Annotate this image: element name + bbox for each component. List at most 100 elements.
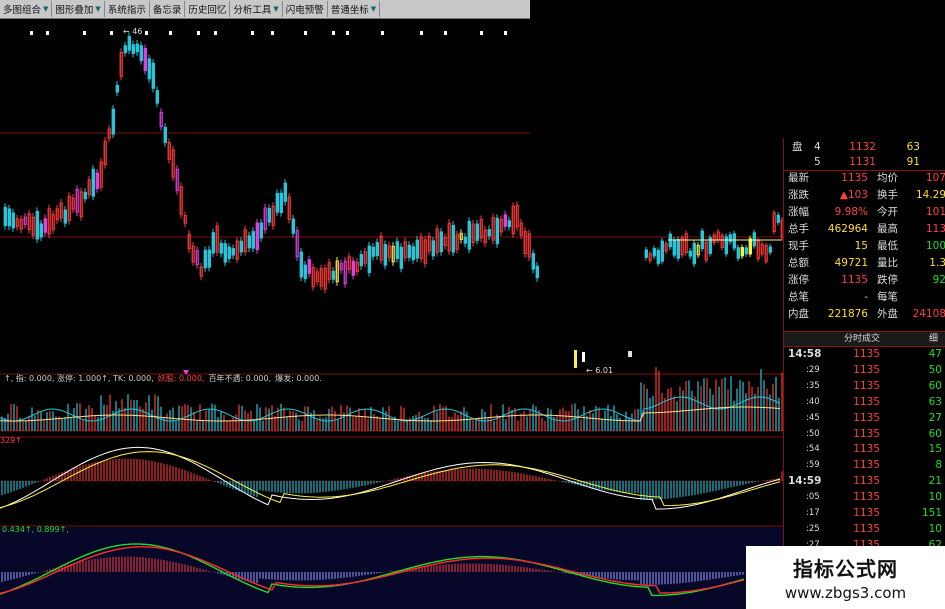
tick-volume: 60 — [928, 379, 942, 392]
candle-body — [227, 246, 231, 260]
tick-time: :29 — [806, 364, 820, 375]
stat-row: 涨跌 ▲103 换手 14.29 — [784, 188, 945, 203]
candle-body — [139, 45, 143, 62]
tick-volume: 8 — [935, 459, 942, 472]
stat-value: 14.29 — [915, 189, 945, 201]
tick-volume: 27 — [928, 411, 942, 424]
candle-body — [95, 172, 99, 190]
tick-row: :45 1135 27 — [784, 411, 945, 426]
stat-row: 最新 1135 均价 107 — [784, 171, 945, 186]
candle-body — [367, 245, 371, 274]
tick-row: 14:59 1135 21 — [784, 474, 945, 489]
tick-volume: 50 — [928, 363, 942, 376]
candle-body — [11, 212, 15, 229]
tick-volume: 63 — [928, 395, 942, 408]
candle-body — [91, 168, 95, 197]
candle-body — [35, 210, 39, 240]
stat-value: - — [864, 291, 868, 303]
signal-mark — [110, 31, 113, 35]
stat-value: 101 — [925, 206, 945, 218]
candle-body — [656, 249, 660, 264]
tick-row: 14:58 1135 47 — [784, 347, 945, 362]
signal-mark — [332, 31, 335, 35]
stat-value: 92 — [932, 274, 945, 286]
stat-label: 跌停 — [877, 274, 898, 286]
candle-body — [3, 206, 7, 226]
candle-body — [275, 192, 279, 213]
tick-volume: 10 — [928, 491, 942, 504]
candle-body — [467, 220, 471, 250]
tick-time: 14:59 — [788, 475, 822, 488]
stat-label: 最高 — [877, 223, 898, 235]
candle-body — [259, 222, 263, 239]
stat-value: 113 — [925, 223, 945, 235]
candle-body — [147, 58, 151, 80]
tick-time: :59 — [806, 460, 820, 471]
tick-row: :17 1135 151 — [784, 506, 945, 521]
indicator1-part: 爆发: 0.000. — [275, 374, 322, 383]
signal-mark — [145, 31, 148, 35]
stat-row: 内盘 221876 外盘 24108 — [784, 307, 945, 322]
candle-body — [463, 236, 467, 244]
candle-body — [776, 214, 780, 223]
quote-panel: 盘 4 1132 63 5 1131 91 最新 1135 均价 107 涨跌 ▲103 换手 14.29 涨… — [783, 138, 945, 609]
stat-row: 总手 462964 最高 113 — [784, 222, 945, 237]
tick-price: 1135 — [853, 491, 880, 504]
tick-price: 1135 — [853, 411, 880, 424]
candle-body — [239, 240, 243, 253]
stat-row: 现手 15 最低 100 — [784, 239, 945, 254]
candle-body — [247, 235, 251, 249]
stat-value: 462964 — [827, 223, 868, 235]
candle-body — [740, 247, 744, 257]
indicator2-label: 329↑ — [0, 436, 22, 445]
tick-price: 1135 — [853, 379, 880, 392]
signal-mark — [30, 31, 33, 35]
stat-label: 外盘 — [877, 308, 898, 320]
candle-body — [732, 233, 736, 249]
signal-mark — [214, 31, 217, 35]
watermark-url: www.zbgs3.com — [784, 584, 907, 602]
candle-body — [127, 36, 131, 51]
watermark-title: 指标公式网 — [793, 557, 898, 581]
high-price-label: ← 46 — [123, 27, 142, 36]
tick-time: :54 — [806, 444, 820, 455]
candle-body — [291, 218, 295, 234]
candle-body — [672, 239, 676, 256]
candle-body — [251, 231, 255, 249]
stat-label: 量比 — [877, 257, 898, 269]
candle-body — [503, 214, 507, 227]
candle-body — [748, 238, 752, 255]
signal-mark — [83, 31, 86, 35]
candle-body — [451, 224, 455, 253]
candle-body — [163, 126, 167, 143]
candle-body — [255, 222, 259, 251]
indicator-line — [0, 406, 781, 422]
stat-row: 涨停 1135 跌停 92 — [784, 273, 945, 288]
stat-value: 49721 — [834, 257, 868, 269]
tick-price: 1135 — [853, 522, 880, 535]
tick-price: 1135 — [853, 427, 880, 440]
candle-body — [692, 242, 696, 265]
candle-body — [744, 247, 748, 255]
signal-mark — [271, 31, 274, 35]
candle-body — [652, 248, 656, 257]
candle-body — [728, 234, 732, 243]
candle-body — [111, 108, 115, 135]
tick-row: :54 1135 15 — [784, 442, 945, 457]
tick-time: :25 — [806, 523, 820, 534]
stat-label: 换手 — [877, 189, 898, 201]
candle-body — [83, 191, 87, 200]
tick-time: :35 — [806, 380, 820, 391]
ticks-header-detail: 细 — [929, 334, 939, 344]
candle-body — [331, 270, 335, 280]
indicator-line — [0, 396, 781, 422]
candle-body — [303, 264, 307, 280]
candle-body — [395, 241, 399, 259]
stat-label: 均价 — [877, 172, 898, 184]
bid-row: 盘 4 1132 63 — [784, 140, 945, 155]
candle-body — [231, 248, 235, 256]
tick-row: :40 1135 63 — [784, 395, 945, 410]
candle-body — [399, 246, 403, 269]
candle-body — [535, 265, 539, 279]
stat-label: 今开 — [877, 206, 898, 218]
